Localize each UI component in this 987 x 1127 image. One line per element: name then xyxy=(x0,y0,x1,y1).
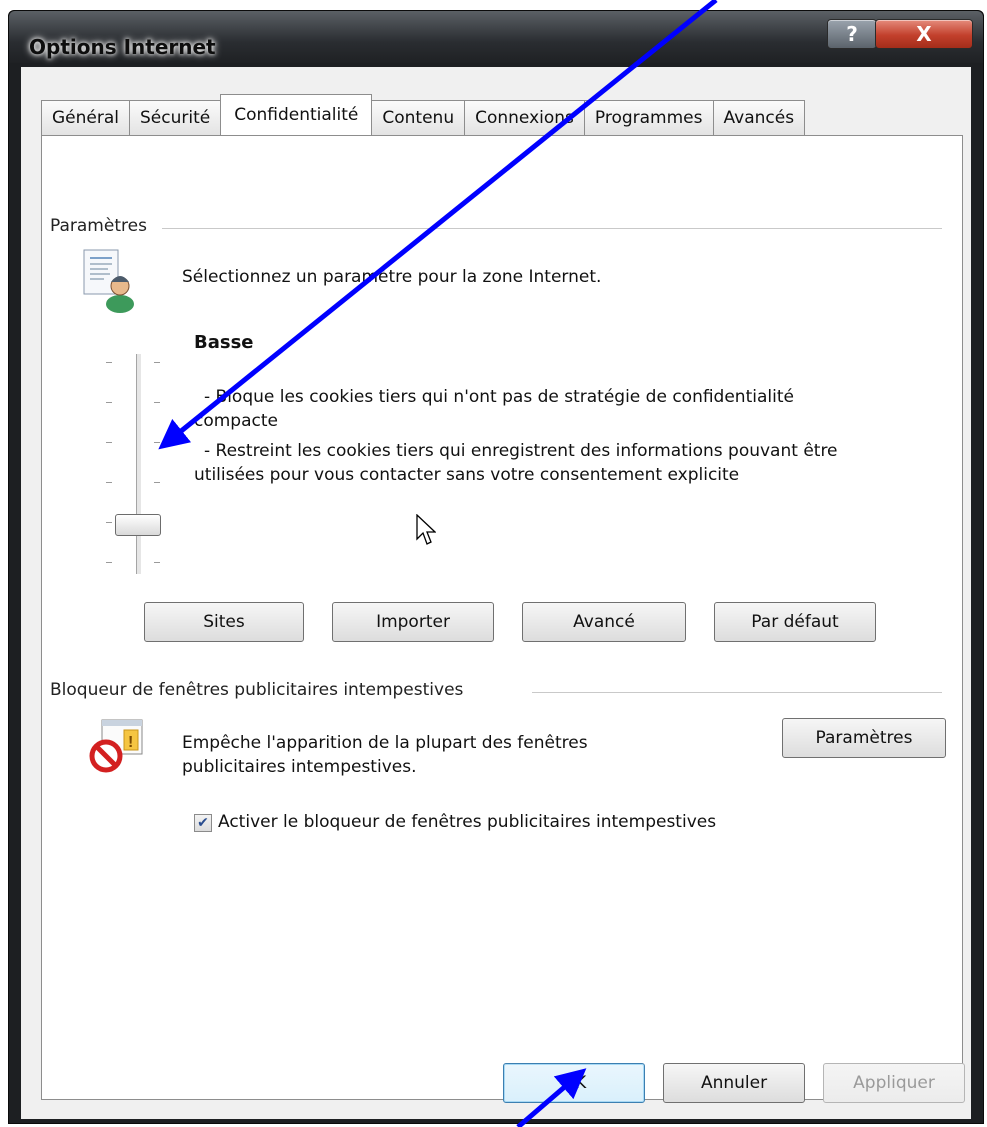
ok-button[interactable]: OK xyxy=(503,1063,645,1103)
close-icon: X xyxy=(916,22,932,46)
popup-settings-button[interactable]: Paramètres xyxy=(782,718,946,758)
privacy-settings-icon xyxy=(82,248,134,318)
checkmark-icon: ✔ xyxy=(197,815,209,831)
privacy-level-slider[interactable] xyxy=(136,354,142,574)
privacy-tab-panel: Paramètres Sélectionnez un paramètre pou… xyxy=(41,135,963,1100)
slider-tick xyxy=(154,562,160,563)
popup-description-line: publicitaires intempestives. xyxy=(182,757,417,777)
slider-tick xyxy=(106,442,112,443)
popup-group-label: Bloqueur de fenêtres publicitaires intem… xyxy=(50,680,472,700)
slider-tick xyxy=(106,522,112,523)
slider-tick xyxy=(106,562,112,563)
slider-tick xyxy=(106,402,112,403)
level-detail-line: compacte xyxy=(194,411,278,431)
privacy-level-name: Basse xyxy=(194,332,254,353)
slider-thumb[interactable] xyxy=(115,514,161,536)
advanced-button[interactable]: Avancé xyxy=(522,602,686,642)
popup-blocker-checkbox-label[interactable]: Activer le bloqueur de fenêtres publicit… xyxy=(218,809,716,835)
tab-connections[interactable]: Connexions xyxy=(464,100,585,135)
window-title: Options Internet xyxy=(29,35,216,59)
zone-description: Sélectionnez un paramètre pour la zone I… xyxy=(182,267,602,287)
settings-group-divider xyxy=(162,228,942,229)
tab-security[interactable]: Sécurité xyxy=(129,100,222,135)
import-button[interactable]: Importer xyxy=(332,602,494,642)
slider-tick xyxy=(154,442,160,443)
level-detail-line: utilisées pour vous contacter sans votre… xyxy=(194,465,740,485)
tab-privacy[interactable]: Confidentialité xyxy=(220,94,373,135)
slider-tick xyxy=(154,362,160,363)
close-button[interactable]: X xyxy=(875,19,973,49)
dialog-window: Options Internet ? X Général Sécurité Co… xyxy=(8,10,984,1124)
slider-tick xyxy=(154,402,160,403)
level-detail-line: - Bloque les cookies tiers qui n'ont pas… xyxy=(204,387,794,407)
sites-button[interactable]: Sites xyxy=(144,602,304,642)
help-icon: ? xyxy=(846,22,858,46)
svg-text:!: ! xyxy=(128,734,133,751)
settings-group-label: Paramètres xyxy=(50,216,155,236)
slider-tick xyxy=(106,482,112,483)
popup-blocker-checkbox[interactable]: ✔ xyxy=(194,814,212,832)
popup-group-divider xyxy=(532,692,942,693)
popup-description-line: Empêche l'apparition de la plupart des f… xyxy=(182,733,588,753)
tab-strip: Général Sécurité Confidentialité Contenu… xyxy=(41,94,806,135)
apply-button[interactable]: Appliquer xyxy=(823,1063,965,1103)
slider-tick xyxy=(154,482,160,483)
tab-content[interactable]: Contenu xyxy=(371,100,466,135)
tab-general[interactable]: Général xyxy=(41,100,130,135)
help-button[interactable]: ? xyxy=(827,19,877,49)
popup-blocker-icon: ! xyxy=(88,718,146,778)
default-button[interactable]: Par défaut xyxy=(714,602,876,642)
dialog-client-area: Général Sécurité Confidentialité Contenu… xyxy=(21,67,971,1119)
mouse-cursor-icon xyxy=(416,514,436,545)
tab-programs[interactable]: Programmes xyxy=(583,100,714,135)
slider-tick xyxy=(106,362,112,363)
tab-advanced[interactable]: Avancés xyxy=(712,100,806,135)
cancel-button[interactable]: Annuler xyxy=(663,1063,805,1103)
level-detail-line: - Restreint les cookies tiers qui enregi… xyxy=(204,441,838,461)
